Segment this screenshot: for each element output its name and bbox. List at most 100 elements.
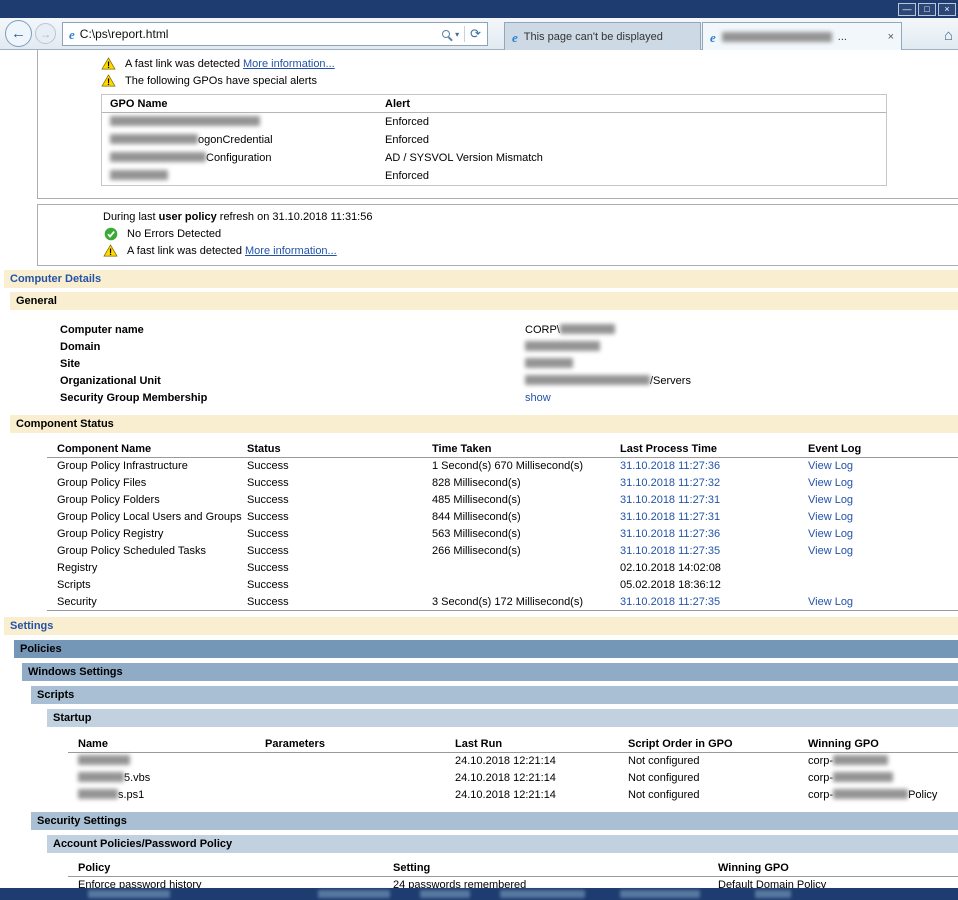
redacted-text [78,772,124,782]
section-security-settings[interactable]: Security Settings [31,812,958,830]
refresh-icon[interactable]: ⟳ [470,26,481,42]
tab-report-active[interactable]: e ... × [702,22,902,51]
table-row: Group Policy Scheduled Tasks Success 266… [47,543,958,560]
column-header-gpo-name: GPO Name [110,95,385,112]
close-button[interactable]: × [938,3,956,16]
search-dropdown-caret-icon[interactable]: ▾ [455,30,459,39]
alert-value: Enforced [385,131,429,149]
last-process-time-link[interactable]: 31.10.2018 11:27:35 [620,596,720,608]
view-log-link[interactable]: View Log [808,494,853,506]
show-link[interactable]: show [525,392,551,404]
table-row: Group Policy Folders Success 485 Millise… [47,492,958,509]
last-process-time-link[interactable]: 31.10.2018 11:27:31 [620,494,720,506]
section-policies[interactable]: Policies [14,640,958,658]
table-header: GPO Name Alert [102,95,886,113]
section-startup[interactable]: Startup [47,709,958,727]
taskbar-item[interactable] [318,890,390,898]
minimize-button[interactable]: — [898,3,916,16]
last-process-time-value: 02.10.2018 14:02:08 [620,560,808,577]
column-header-alert: Alert [385,95,410,112]
no-errors-text: No Errors Detected [127,228,221,240]
section-windows-settings[interactable]: Windows Settings [22,663,958,681]
section-general[interactable]: General [10,292,958,310]
section-account-policies[interactable]: Account Policies/Password Policy [47,835,958,853]
report-page: ! A fast link was detected More informat… [0,50,958,888]
tab-error-page[interactable]: e This page can't be displayed [504,22,701,51]
special-alerts-row: ! The following GPOs have special alerts [101,72,958,89]
fast-link-text: A fast link was detected More informatio… [125,58,335,70]
redacted-text [833,755,888,765]
last-process-time-link[interactable]: 31.10.2018 11:27:32 [620,477,720,489]
redacted-text [110,116,260,126]
tab-label: This page can't be displayed [524,31,663,43]
back-button[interactable]: ← [5,20,32,47]
general-row: Security Group Membership show [60,390,958,407]
general-row: Organizational Unit /Servers [60,373,958,390]
svg-text:!: ! [107,60,110,70]
special-alerts-text: The following GPOs have special alerts [125,75,317,87]
forward-button[interactable]: → [35,23,56,44]
tab-close-icon[interactable]: × [888,31,894,43]
no-errors-row: No Errors Detected [103,225,958,242]
address-bar[interactable]: e C:\ps\report.html ▾ ⟳ [62,22,488,46]
address-input[interactable]: C:\ps\report.html [80,27,437,41]
window-titlebar: — □ × [0,0,958,18]
general-row: Computer name CORP\ [60,322,958,339]
taskbar-item[interactable] [620,890,700,898]
gpo-alerts-table: GPO Name Alert Enforced ogonCredential E… [101,94,887,186]
view-log-link[interactable]: View Log [808,511,853,523]
divider [464,26,465,42]
view-log-link[interactable]: View Log [808,477,853,489]
taskbar-item[interactable] [88,890,170,898]
search-icon[interactable] [442,30,450,38]
view-log-link[interactable]: View Log [808,545,853,557]
table-row: Group Policy Registry Success 563 Millis… [47,526,958,543]
alert-value: Enforced [385,113,429,131]
taskbar-item[interactable] [500,890,585,898]
alert-value: AD / SYSVOL Version Mismatch [385,149,543,167]
startup-scripts-table: Name Parameters Last Run Script Order in… [68,735,958,804]
user-policy-box: During last user policy refresh on 31.10… [37,204,958,266]
taskbar-item[interactable] [755,890,791,898]
table-row: Group Policy Local Users and Groups Succ… [47,509,958,526]
more-information-link[interactable]: More information... [243,58,335,70]
ou-value: /Servers [525,373,691,390]
restore-button[interactable]: □ [918,3,936,16]
fast-link-text: A fast link was detected More informatio… [127,245,337,257]
taskbar-item[interactable] [420,890,470,898]
last-process-time-link[interactable]: 31.10.2018 11:27:36 [620,528,720,540]
last-process-time-link[interactable]: 31.10.2018 11:27:35 [620,545,720,557]
more-information-link[interactable]: More information... [245,245,337,257]
last-process-time-link[interactable]: 31.10.2018 11:27:36 [620,460,720,472]
table-header: Component Name Status Time Taken Last Pr… [47,440,958,458]
redacted-text [833,772,893,782]
section-component-status[interactable]: Component Status [10,415,958,433]
table-row: Enforced [102,167,886,185]
section-computer-details[interactable]: Computer Details [4,270,958,288]
table-row: Registry Success 02.10.2018 14:02:08 [47,560,958,577]
redacted-text [525,341,600,351]
view-log-link[interactable]: View Log [808,528,853,540]
refresh-time-text: During last user policy refresh on 31.10… [103,211,372,223]
alert-value: Enforced [385,167,429,185]
computer-name-value: CORP\ [525,322,615,339]
redacted-text [722,32,832,42]
table-row: Configuration AD / SYSVOL Version Mismat… [102,149,886,167]
warning-icon: ! [103,244,118,257]
view-log-link[interactable]: View Log [808,460,853,472]
table-row: s.ps1 24.10.2018 12:21:14 Not configured… [68,787,958,804]
home-icon[interactable]: ⌂ [944,27,953,44]
redacted-text [525,358,573,368]
section-scripts[interactable]: Scripts [31,686,958,704]
redacted-text [833,789,908,799]
tab-label: ... [838,31,847,43]
password-policy-table: Policy Setting Winning GPO Enforce passw… [68,860,958,888]
table-row: Group Policy Infrastructure Success 1 Se… [47,458,958,475]
ie-icon: e [710,31,716,44]
section-settings[interactable]: Settings [4,617,958,635]
browser-navbar: ← → e C:\ps\report.html ▾ ⟳ e This page … [0,18,958,50]
last-process-time-link[interactable]: 31.10.2018 11:27:31 [620,511,720,523]
general-row: Site [60,356,958,373]
last-process-time-value: 05.02.2018 18:36:12 [620,577,808,594]
view-log-link[interactable]: View Log [808,596,853,608]
